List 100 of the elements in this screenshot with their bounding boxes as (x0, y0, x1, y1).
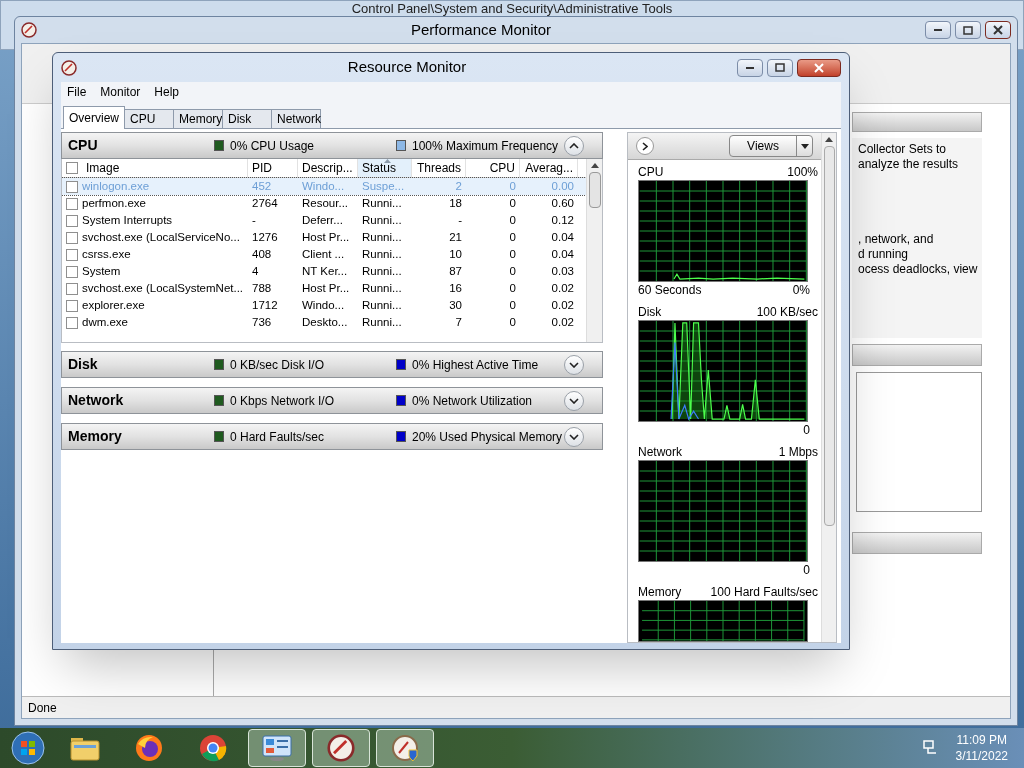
tab[interactable]: Network (271, 109, 321, 128)
description-text: d running (858, 247, 910, 262)
control-panel-icon (262, 734, 292, 762)
taskbar-button[interactable] (248, 729, 306, 767)
checkbox[interactable] (66, 180, 78, 193)
table-cell-text: 10 (449, 246, 462, 262)
monitor-gauge-icon (61, 59, 77, 76)
graph-scale-min: 0 (803, 562, 810, 579)
chevron-down-icon (569, 433, 579, 440)
graph-scale-max: 1 Mbps (778, 444, 818, 461)
stat-label: 0% Network Utilization (412, 392, 533, 410)
monitor-gauge-icon (21, 22, 37, 38)
process-row[interactable]: explorer.exe 1712 Windo... Runni... 30 0 0.02 (62, 297, 586, 314)
table-cell-text: 0 (509, 280, 516, 296)
start-orb-icon (11, 731, 45, 765)
graph-time-span: 60 Seconds (638, 282, 702, 299)
close-icon (993, 25, 1003, 35)
description-text: ocess deadlocks, view (858, 262, 979, 277)
taskbar-button[interactable] (312, 729, 370, 767)
table-cell-text: 0 (509, 178, 516, 194)
scrollbar[interactable] (821, 133, 836, 642)
section-header[interactable]: Network 0 Kbps Network I/O 0% Network Utilization (61, 387, 603, 414)
checkbox[interactable] (66, 299, 78, 312)
table-cell-text: Runni... (362, 229, 402, 245)
process-row[interactable]: System Interrupts - Deferr... Runni... - 0 0.12 (62, 212, 586, 229)
section-header[interactable]: Memory 0 Hard Faults/sec 20% Used Physical Memory (61, 423, 603, 450)
collapse-button[interactable] (564, 135, 584, 156)
table-cell-text: 0.02 (551, 297, 574, 313)
scroll-thumb[interactable] (823, 146, 835, 526)
minimize-button[interactable] (925, 21, 951, 39)
window-title: Performance Monitor (409, 19, 553, 40)
process-row[interactable]: dwm.exe 736 Deskto... Runni... 7 0 0.02 (62, 314, 586, 331)
scrollbar[interactable] (586, 159, 602, 342)
tab[interactable]: Memory (173, 109, 223, 128)
clock-date: 3/11/2022 (955, 748, 1008, 764)
table-cell-text: 0.60 (551, 195, 574, 211)
menu-item[interactable]: Help (154, 82, 180, 101)
table-cell-text: winlogon.exe (82, 178, 150, 194)
column-header[interactable]: Status (358, 159, 412, 177)
taskbar-button[interactable] (376, 729, 434, 767)
section-header[interactable]: Disk 0 KB/sec Disk I/O 0% Highest Active Time (61, 351, 603, 378)
menu-item[interactable]: File (67, 82, 87, 101)
expand-button[interactable] (564, 354, 584, 375)
table-cell-text: NT Ker... (302, 263, 348, 279)
table-cell-text: 1276 (252, 229, 278, 245)
table-cell-text: Deferr... (302, 212, 343, 228)
section-header[interactable]: CPU 0% CPU Usage 100% Maximum Frequency (61, 132, 603, 159)
checkbox[interactable] (66, 248, 78, 261)
table-cell-text: 0 (509, 246, 516, 262)
checkbox[interactable] (66, 282, 78, 295)
process-row[interactable]: svchost.exe (LocalSystemNet... 788 Host Pr... Runni... 16 0 0.02 (62, 280, 586, 297)
table-cell-text: 16 (449, 280, 462, 296)
tab[interactable]: Overview (63, 106, 125, 129)
table-cell-text: Suspe... (362, 178, 405, 194)
table-cell-text: Resour... (302, 195, 349, 211)
graph-title: Network (638, 444, 682, 461)
table-cell-text: 0 (509, 195, 516, 211)
expand-pane-button[interactable] (636, 137, 654, 155)
tab[interactable]: CPU (124, 109, 174, 128)
table-cell-text: 0 (509, 212, 516, 228)
views-dropdown[interactable]: Views (729, 135, 813, 157)
checkbox[interactable] (66, 316, 78, 329)
table-cell-text: 0 (509, 297, 516, 313)
table-cell-text: Client ... (302, 246, 345, 262)
description-text: analyze the results (858, 157, 960, 172)
expand-button[interactable] (564, 426, 584, 447)
chevron-down-icon (569, 361, 579, 368)
menu-item[interactable]: Monitor (100, 82, 141, 101)
table-cell-text: Windo... (302, 297, 345, 313)
scroll-up-arrow-icon (590, 163, 599, 168)
tab[interactable]: Disk (222, 109, 272, 128)
checkbox[interactable] (66, 197, 78, 210)
maximize-button[interactable] (955, 21, 981, 39)
minimize-button[interactable] (737, 58, 763, 77)
stat-label: 0 Kbps Network I/O (230, 392, 335, 410)
close-button[interactable] (797, 58, 841, 77)
expand-button[interactable] (564, 390, 584, 411)
maximize-button[interactable] (767, 58, 793, 77)
table-cell-text: svchost.exe (LocalServiceNo... (82, 229, 240, 245)
table-cell-text: 0.02 (551, 314, 574, 330)
process-row[interactable]: svchost.exe (LocalServiceNo... 1276 Host Pr... Runni... 21 0 0.04 (62, 229, 586, 246)
checkbox[interactable] (66, 162, 78, 174)
checkbox[interactable] (66, 214, 78, 227)
process-row[interactable]: System 4 NT Ker... Runni... 87 0 0.03 (62, 263, 586, 280)
table-cell-text: 0.03 (551, 263, 574, 279)
table-cell-text: 0 (509, 314, 516, 330)
table-cell-text: 30 (449, 297, 462, 313)
table-cell-text: 2764 (252, 195, 278, 211)
table-cell-text: Runni... (362, 246, 402, 262)
table-cell-text: Runni... (362, 212, 402, 228)
process-row[interactable]: perfmon.exe 2764 Resour... Runni... 18 0 0.60 (62, 195, 586, 212)
close-button[interactable] (985, 21, 1011, 39)
checkbox[interactable] (66, 231, 78, 244)
checkbox[interactable] (66, 265, 78, 278)
chevron-right-icon (642, 141, 648, 151)
stat-label: 0% CPU Usage (230, 137, 315, 155)
scroll-thumb[interactable] (588, 172, 601, 208)
table-cell-text: 0.02 (551, 280, 574, 296)
table-cell-text: explorer.exe (82, 297, 145, 313)
process-row[interactable]: csrss.exe 408 Client ... Runni... 10 0 0.04 (62, 246, 586, 263)
